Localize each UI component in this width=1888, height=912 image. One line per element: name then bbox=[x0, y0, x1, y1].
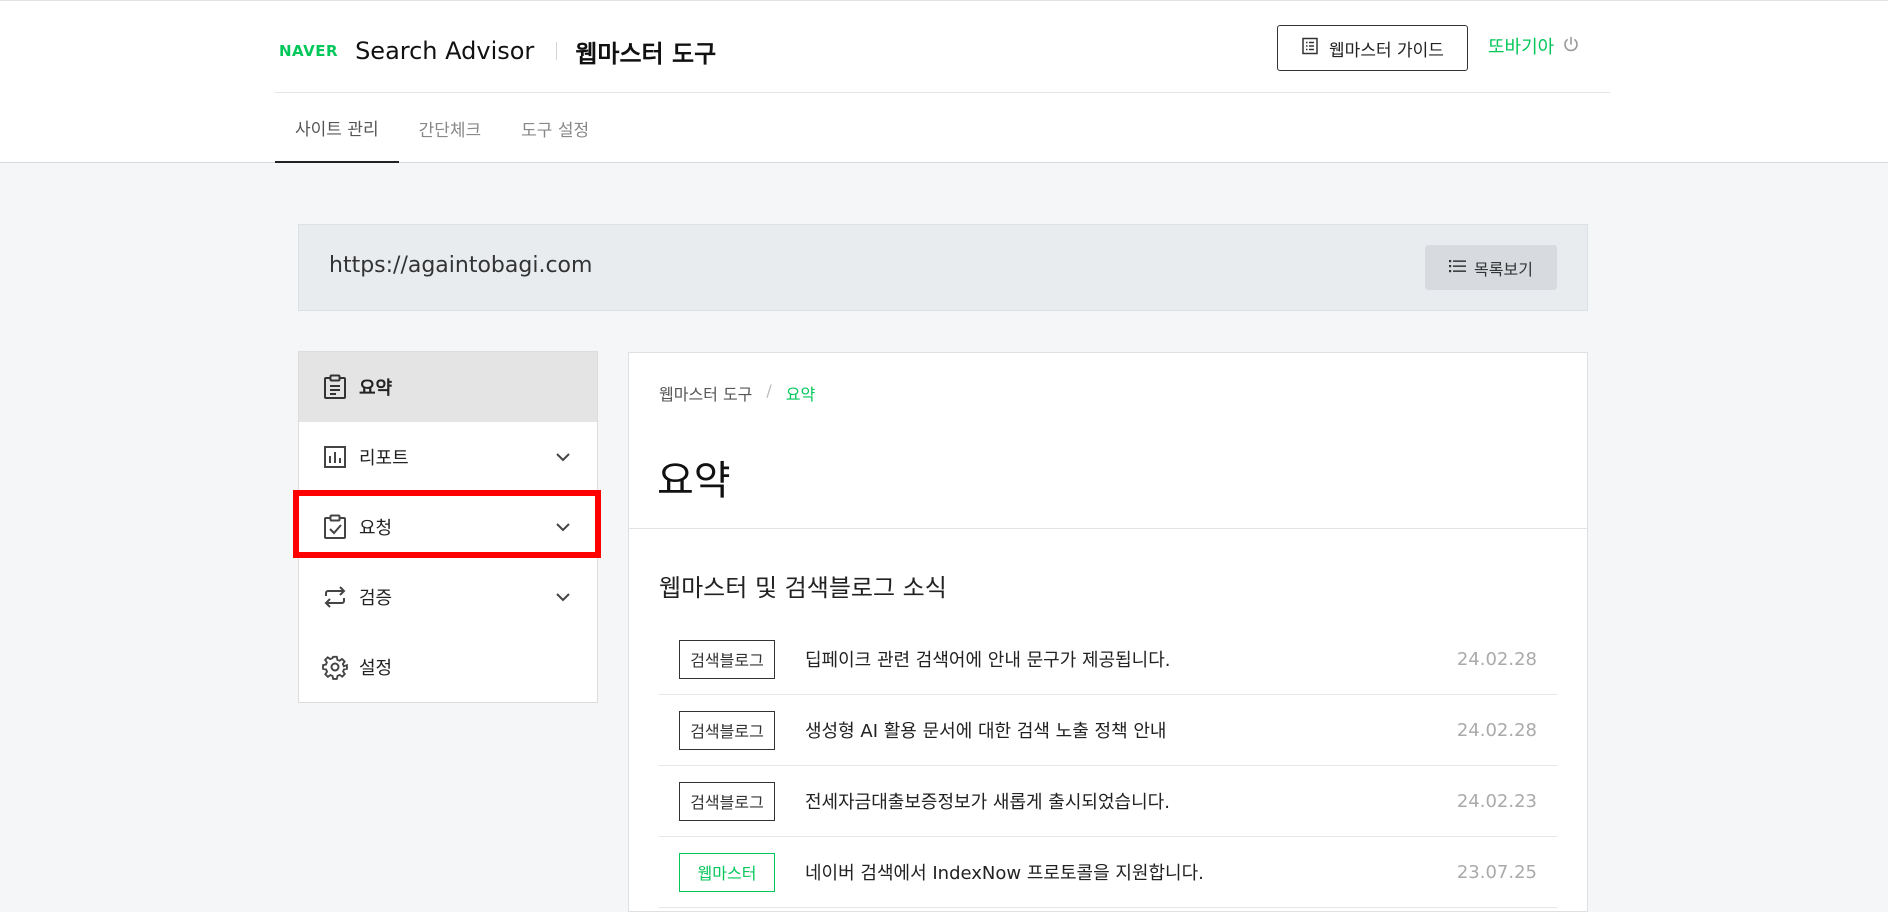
repeat-arrows-icon bbox=[321, 583, 349, 611]
sidebar-item-label: 요약 bbox=[359, 378, 393, 399]
tab-site-management[interactable]: 사이트 관리 bbox=[275, 93, 399, 163]
main-panel: 웹마스터 도구 / 요약 요약 웹마스터 및 검색블로그 소식 검색블로그 딥페… bbox=[628, 352, 1588, 912]
chevron-down-icon[interactable] bbox=[555, 586, 571, 607]
breadcrumb-current: 요약 bbox=[785, 385, 816, 404]
logo-row: NAVER Search Advisor 웹마스터 도구 bbox=[279, 31, 716, 71]
sidebar-item-label: 요청 bbox=[359, 518, 393, 539]
news-list: 검색블로그 딥페이크 관련 검색어에 안내 문구가 제공됩니다. 24.02.2… bbox=[659, 624, 1557, 908]
sidebar-item-report[interactable]: 리포트 bbox=[299, 422, 597, 492]
news-title[interactable]: 딥페이크 관련 검색어에 안내 문구가 제공됩니다. bbox=[805, 646, 1171, 672]
power-icon[interactable] bbox=[1562, 35, 1580, 57]
sidebar: 요약 리포트 요청 검증 설정 bbox=[298, 351, 598, 703]
sidebar-item-label: 리포트 bbox=[359, 448, 409, 469]
sidebar-item-label: 설정 bbox=[359, 658, 393, 679]
webmaster-guide-button[interactable]: 웹마스터 가이드 bbox=[1277, 25, 1468, 71]
clipboard-check-icon bbox=[321, 513, 349, 541]
list-icon bbox=[1449, 258, 1467, 277]
tab-tool-settings[interactable]: 도구 설정 bbox=[501, 93, 609, 163]
sidebar-item-request[interactable]: 요청 bbox=[299, 492, 597, 562]
top-header: NAVER Search Advisor 웹마스터 도구 웹마스터 가이드 또바… bbox=[0, 0, 1888, 163]
chevron-down-icon[interactable] bbox=[555, 516, 571, 537]
chevron-down-icon[interactable] bbox=[555, 446, 571, 467]
user-name[interactable]: 또바기아 bbox=[1488, 33, 1554, 59]
news-date: 24.02.28 bbox=[1456, 648, 1537, 670]
breadcrumb-separator: / bbox=[766, 381, 772, 400]
news-date: 24.02.23 bbox=[1456, 790, 1537, 812]
brand-title[interactable]: Search Advisor bbox=[355, 37, 534, 65]
news-item[interactable]: 검색블로그 딥페이크 관련 검색어에 안내 문구가 제공됩니다. 24.02.2… bbox=[659, 624, 1557, 695]
news-date: 23.07.25 bbox=[1456, 861, 1537, 883]
news-title[interactable]: 네이버 검색에서 IndexNow 프로토콜을 지원합니다. bbox=[805, 859, 1204, 885]
list-view-button[interactable]: 목록보기 bbox=[1425, 245, 1557, 290]
news-section-title: 웹마스터 및 검색블로그 소식 bbox=[659, 574, 947, 602]
guide-book-icon bbox=[1301, 37, 1319, 60]
clipboard-icon bbox=[321, 373, 349, 401]
sidebar-item-verify[interactable]: 검증 bbox=[299, 562, 597, 632]
main-divider bbox=[629, 528, 1587, 529]
site-url: https://againtobagi.com bbox=[329, 253, 593, 278]
brand-subtitle[interactable]: 웹마스터 도구 bbox=[575, 34, 716, 69]
page-title: 요약 bbox=[657, 458, 731, 504]
news-item[interactable]: 검색블로그 생성형 AI 활용 문서에 대한 검색 노출 정책 안내 24.02… bbox=[659, 695, 1557, 766]
news-date: 24.02.28 bbox=[1456, 719, 1537, 741]
sidebar-item-summary[interactable]: 요약 bbox=[299, 352, 597, 422]
list-view-label: 목록보기 bbox=[1474, 259, 1533, 279]
news-title[interactable]: 전세자금대출보증정보가 새롭게 출시되었습니다. bbox=[805, 788, 1170, 814]
main-tabs: 사이트 관리 간단체크 도구 설정 bbox=[275, 93, 609, 164]
bar-chart-icon bbox=[321, 443, 349, 471]
category-badge: 웹마스터 bbox=[679, 852, 775, 892]
category-badge: 검색블로그 bbox=[679, 710, 775, 750]
category-badge: 검색블로그 bbox=[679, 781, 775, 821]
site-bar: https://againtobagi.com 목록보기 bbox=[298, 224, 1588, 311]
naver-logo[interactable]: NAVER bbox=[279, 42, 338, 60]
breadcrumb: 웹마스터 도구 / 요약 bbox=[659, 381, 815, 405]
gear-icon bbox=[321, 653, 349, 681]
tab-quick-check[interactable]: 간단체크 bbox=[399, 93, 502, 163]
news-title[interactable]: 생성형 AI 활용 문서에 대한 검색 노출 정책 안내 bbox=[805, 717, 1166, 743]
breadcrumb-root[interactable]: 웹마스터 도구 bbox=[659, 381, 752, 405]
news-item[interactable]: 웹마스터 네이버 검색에서 IndexNow 프로토콜을 지원합니다. 23.0… bbox=[659, 837, 1557, 908]
user-area: 또바기아 bbox=[1488, 33, 1580, 59]
news-item[interactable]: 검색블로그 전세자금대출보증정보가 새롭게 출시되었습니다. 24.02.23 bbox=[659, 766, 1557, 837]
sidebar-item-label: 검증 bbox=[359, 588, 393, 609]
category-badge: 검색블로그 bbox=[679, 639, 775, 679]
guide-button-label: 웹마스터 가이드 bbox=[1329, 40, 1444, 61]
brand-separator bbox=[556, 42, 558, 60]
sidebar-item-settings[interactable]: 설정 bbox=[299, 632, 597, 702]
